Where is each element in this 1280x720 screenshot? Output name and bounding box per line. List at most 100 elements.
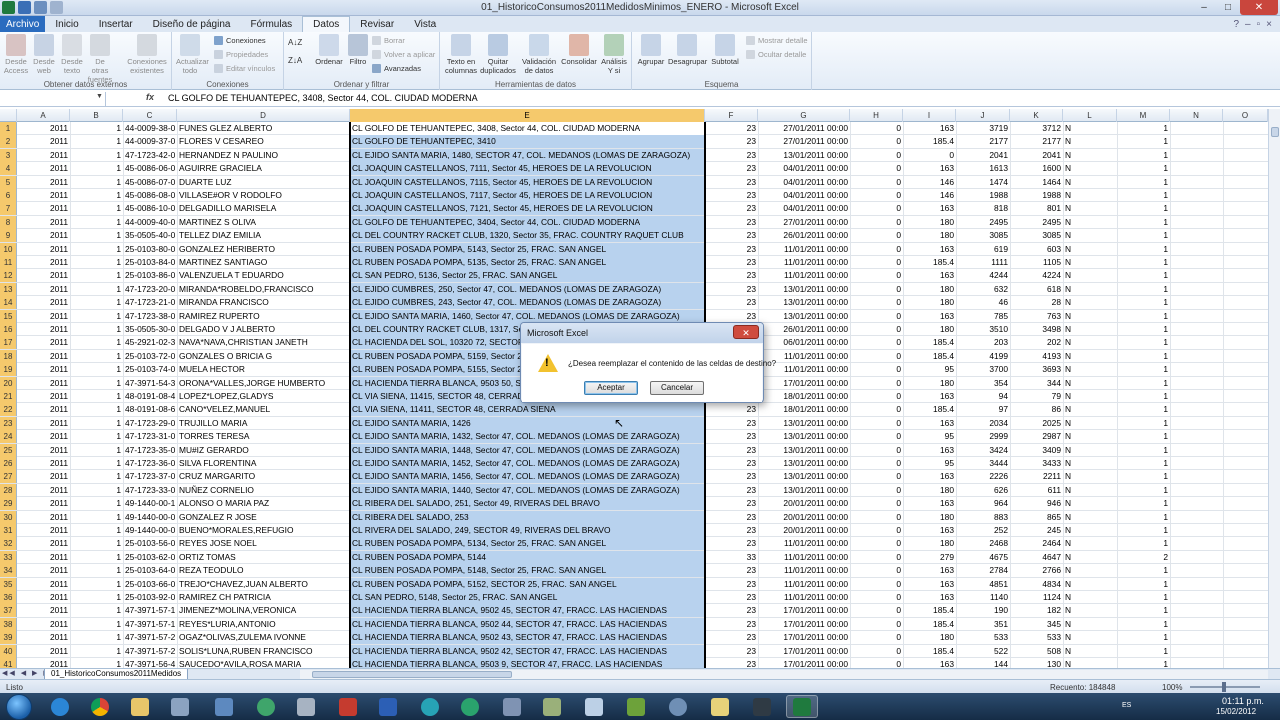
cell-i[interactable]: 180 (903, 511, 956, 524)
cell-b[interactable]: 1 (70, 122, 123, 135)
cell-m[interactable]: 1 (1117, 390, 1170, 403)
cell-g[interactable]: 26/01/2011 00:00 (758, 323, 850, 336)
cell-f[interactable]: 23 (705, 484, 758, 497)
vertical-scrollbar[interactable] (1268, 109, 1280, 668)
cell-f[interactable]: 23 (705, 310, 758, 323)
cell-b[interactable]: 1 (70, 216, 123, 229)
column-header-i[interactable]: I (903, 109, 956, 122)
cell-e[interactable]: CL HACIENDA TIERRA BLANCA, 9502 44, SECT… (350, 617, 705, 631)
cell-e[interactable]: CL EJIDO SANTA MARIA, 1452, Sector 47, C… (350, 457, 705, 470)
remove-duplicates-button[interactable]: Quitar duplicados (480, 34, 516, 75)
cell-h[interactable]: 0 (850, 618, 903, 631)
cell-f[interactable]: 23 (705, 618, 758, 631)
cell-b[interactable]: 1 (70, 457, 123, 470)
cell-b[interactable]: 1 (70, 444, 123, 457)
cell-i[interactable]: 163 (903, 470, 956, 483)
cell-b[interactable]: 1 (70, 296, 123, 309)
filter-button[interactable]: Filtro (344, 34, 372, 66)
cell-c[interactable]: 47-3971-57-1 (123, 604, 177, 617)
cell-a[interactable]: 2011 (17, 216, 70, 229)
cell-e[interactable]: CL RUBEN POSADA POMPA, 5143, Sector 25, … (350, 242, 705, 256)
start-button-icon[interactable] (6, 694, 32, 720)
cell-i[interactable]: 163 (903, 162, 956, 175)
cell-b[interactable]: 1 (70, 162, 123, 175)
cell-a[interactable]: 2011 (17, 122, 70, 135)
column-header-k[interactable]: K (1010, 109, 1063, 122)
cell-e[interactable]: CL RUBEN POSADA POMPA, 5144 (350, 550, 705, 564)
cell-k[interactable]: 533 (1010, 631, 1063, 644)
cell-l[interactable]: N (1063, 377, 1117, 390)
cell-m[interactable]: 1 (1117, 457, 1170, 470)
cell-b[interactable]: 1 (70, 189, 123, 202)
cell-h[interactable]: 0 (850, 470, 903, 483)
from-web-button[interactable]: Desde web (30, 34, 58, 75)
cell-d[interactable]: SAUCEDO*AVILA,ROSA MARIA (177, 658, 350, 668)
cell-g[interactable]: 11/01/2011 00:00 (758, 578, 850, 591)
cell-e[interactable]: CL RUBEN POSADA POMPA, 5135, Sector 25, … (350, 256, 705, 269)
taskbar-chat-icon[interactable] (662, 695, 694, 718)
cell-l[interactable]: N (1063, 283, 1117, 296)
cell-j[interactable]: 354 (956, 377, 1010, 390)
cell-e[interactable]: CL SAN PEDRO, 5136, Sector 25, FRAC. SAN… (350, 269, 705, 283)
taskbar-puzzle-icon[interactable] (496, 695, 528, 718)
cell-m[interactable]: 1 (1117, 658, 1170, 668)
cell-k[interactable]: 1600 (1010, 162, 1063, 175)
connections-item[interactable]: Conexiones (214, 36, 266, 45)
cell-d[interactable]: MARTINEZ SANTIAGO (177, 256, 350, 269)
cell-g[interactable]: 20/01/2011 00:00 (758, 524, 850, 537)
column-header-a[interactable]: A (17, 109, 70, 122)
cell-m[interactable]: 1 (1117, 189, 1170, 202)
cell-g[interactable]: 13/01/2011 00:00 (758, 149, 850, 162)
cell-j[interactable]: 2226 (956, 470, 1010, 483)
cell-f[interactable]: 23 (705, 591, 758, 604)
cell-i[interactable]: 185.4 (903, 256, 956, 269)
cell-b[interactable]: 1 (70, 377, 123, 390)
properties-item[interactable]: Propiedades (214, 50, 268, 59)
from-text-button[interactable]: Desde texto (58, 34, 86, 75)
cell-a[interactable]: 2011 (17, 189, 70, 202)
cell-h[interactable]: 0 (850, 551, 903, 564)
cell-d[interactable]: LOPEZ*LOPEZ,GLADYS (177, 390, 350, 403)
cell-i[interactable]: 0 (903, 149, 956, 162)
cell-l[interactable]: N (1063, 336, 1117, 349)
cell-l[interactable]: N (1063, 243, 1117, 256)
cell-l[interactable]: N (1063, 537, 1117, 550)
cell-i[interactable]: 163 (903, 310, 956, 323)
cell-l[interactable]: N (1063, 363, 1117, 376)
taskbar-doc-icon[interactable] (578, 695, 610, 718)
cell-j[interactable]: 3085 (956, 229, 1010, 242)
cell-g[interactable]: 13/01/2011 00:00 (758, 470, 850, 483)
cell-i[interactable]: 163 (903, 444, 956, 457)
cell-m[interactable]: 1 (1117, 403, 1170, 416)
cell-m[interactable]: 1 (1117, 564, 1170, 577)
cell-j[interactable]: 3424 (956, 444, 1010, 457)
cell-f[interactable]: 33 (705, 551, 758, 564)
cell-e[interactable]: CL RUBEN POSADA POMPA, 5148, Sector 25, … (350, 564, 705, 578)
row-header[interactable]: 10 (0, 242, 17, 256)
cell-i[interactable]: 180 (903, 229, 956, 242)
cell-h[interactable]: 0 (850, 417, 903, 430)
cell-c[interactable]: 47-1723-35-0 (123, 444, 177, 457)
cell-a[interactable]: 2011 (17, 658, 70, 668)
cell-j[interactable]: 1111 (956, 256, 1010, 269)
cell-e[interactable]: CL EJIDO SANTA MARIA, 1456, Sector 47, C… (350, 470, 705, 484)
cell-e[interactable]: CL GOLFO DE TEHUANTEPEC, 3404, Sector 44… (350, 215, 705, 229)
cell-c[interactable]: 25-0103-72-0 (123, 350, 177, 363)
cell-g[interactable]: 18/01/2011 00:00 (758, 403, 850, 416)
row-header[interactable]: 38 (0, 617, 17, 631)
cell-h[interactable]: 0 (850, 149, 903, 162)
column-header-f[interactable]: F (705, 109, 758, 122)
horizontal-scroll-thumb[interactable] (312, 671, 512, 678)
cell-d[interactable]: OGAZ*OLIVAS,ZULEMA IVONNE (177, 631, 350, 644)
cell-g[interactable]: 20/01/2011 00:00 (758, 497, 850, 510)
cell-m[interactable]: 1 (1117, 202, 1170, 215)
taskbar-excel-icon[interactable] (786, 695, 818, 718)
cell-m[interactable]: 1 (1117, 444, 1170, 457)
cell-f[interactable]: 23 (705, 243, 758, 256)
cell-k[interactable]: 2464 (1010, 537, 1063, 550)
cell-k[interactable]: 3712 (1010, 122, 1063, 135)
cell-k[interactable]: 202 (1010, 336, 1063, 349)
cell-k[interactable]: 130 (1010, 658, 1063, 668)
cell-k[interactable]: 763 (1010, 310, 1063, 323)
cell-j[interactable]: 4244 (956, 269, 1010, 282)
